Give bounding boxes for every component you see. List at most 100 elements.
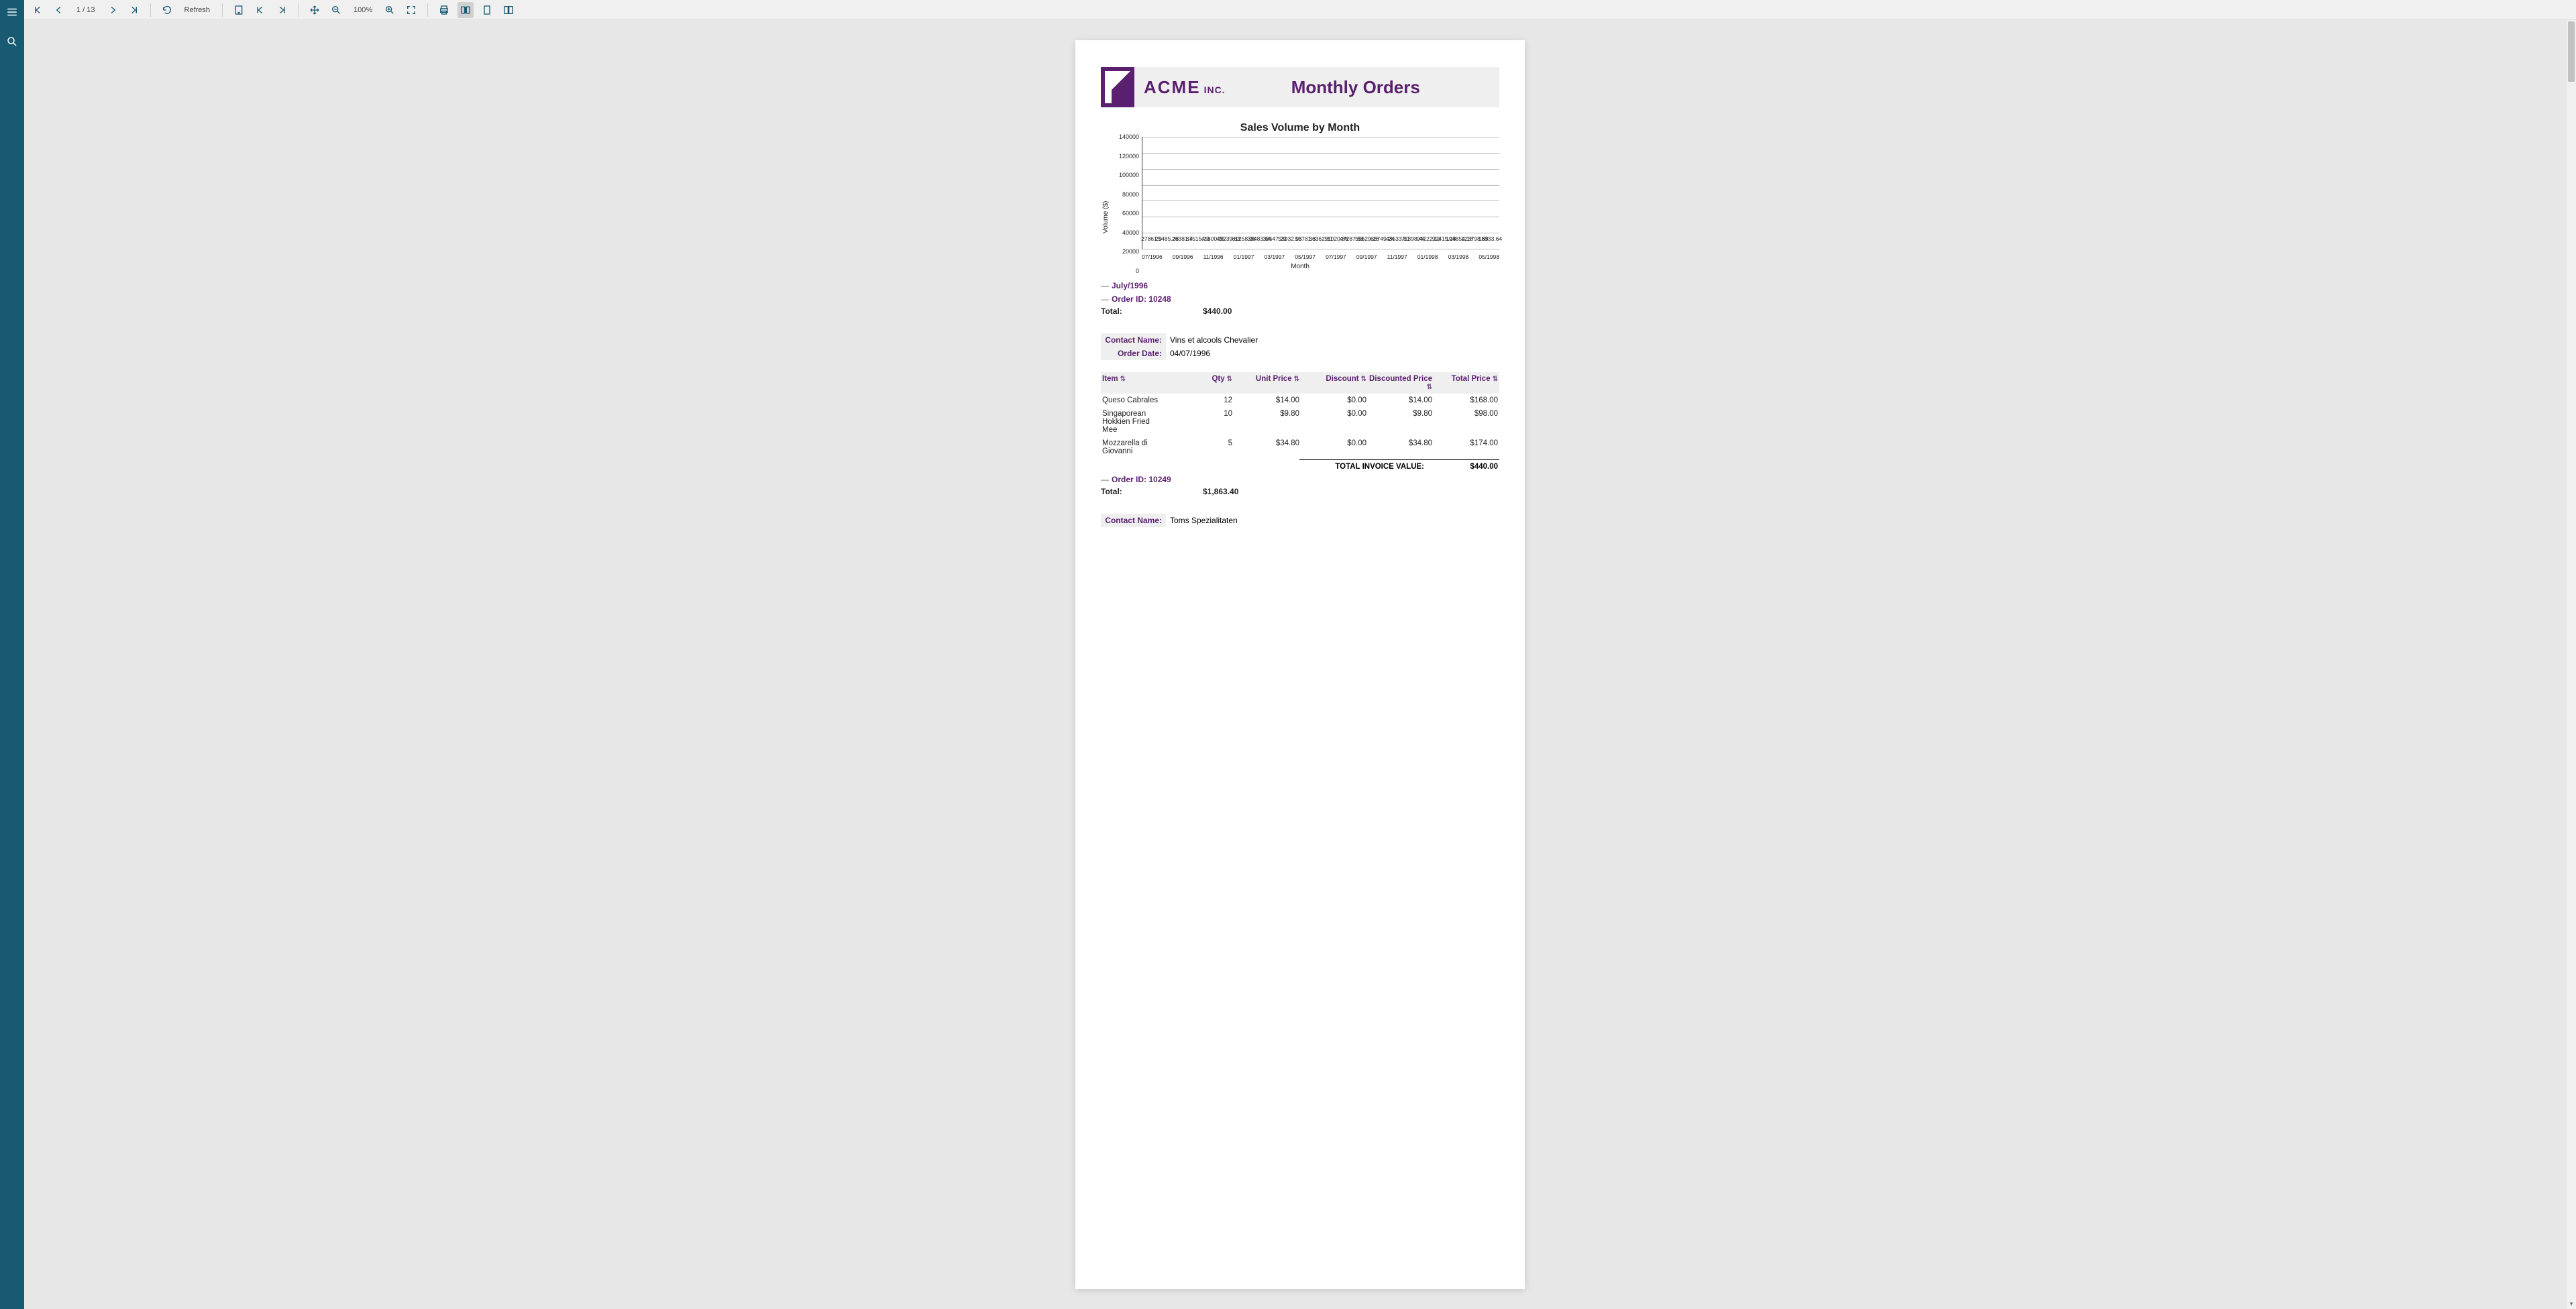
export-button[interactable] [231, 2, 247, 18]
chart-x-tick [1346, 253, 1356, 260]
report-title: Monthly Orders [1226, 77, 1499, 98]
chart-x-tick: 11/1997 [1387, 253, 1407, 260]
table-row: Mozzarella di Giovanni5$34.80$0.00$34.80… [1101, 437, 1499, 458]
report-viewer[interactable]: ACME INC. Monthly Orders Sales Volume by… [24, 20, 2576, 1309]
next-page-button[interactable] [105, 2, 121, 18]
table-header-row: Item⇅Qty⇅Unit Price⇅Discount⇅Discounted … [1101, 372, 1499, 394]
chart-x-tick [1224, 253, 1234, 260]
last-page-button[interactable] [126, 2, 142, 18]
chart-x-tick [1377, 253, 1387, 260]
logo-mark-icon [1101, 67, 1134, 107]
chart-x-tick: 07/1997 [1326, 253, 1346, 260]
chart-x-tick: 09/1996 [1173, 253, 1193, 260]
sales-chart: Volume ($) 27861.925485.2826381.437515.7… [1101, 137, 1499, 271]
first-page-button[interactable] [30, 2, 46, 18]
refresh-label[interactable]: Refresh [180, 6, 215, 14]
menu-button[interactable] [3, 3, 21, 21]
multi-page-button[interactable] [500, 2, 517, 18]
step-back-icon [255, 5, 266, 15]
hamburger-icon [6, 6, 18, 18]
company-name: ACME [1144, 77, 1201, 98]
pan-button[interactable] [307, 2, 323, 18]
arrow-left-icon [54, 5, 64, 15]
col-discounted-price[interactable]: Discounted Price⇅ [1366, 375, 1432, 391]
col-item[interactable]: Item⇅ [1101, 375, 1165, 391]
reading-view-button[interactable] [458, 2, 474, 18]
col-unit-price[interactable]: Unit Price⇅ [1232, 375, 1299, 391]
chart-x-tick: 01/1997 [1234, 253, 1254, 260]
page-icon [482, 5, 492, 15]
fullscreen-button[interactable] [403, 2, 419, 18]
zoom-in-button[interactable] [382, 2, 398, 18]
collapse-icon: — [1101, 475, 1109, 484]
print-button[interactable] [436, 2, 452, 18]
step-forward-button[interactable] [274, 2, 290, 18]
report-header: ACME INC. Monthly Orders [1101, 67, 1499, 107]
chart-bar-label: 18333.64 [1479, 235, 1502, 242]
chart-x-tick [1407, 253, 1417, 260]
arrow-right-icon [107, 5, 118, 15]
order-date-row: Order Date:04/07/1996 [1101, 347, 1499, 360]
chart-x-tick: 05/1997 [1295, 253, 1316, 260]
chart-x-tick [1438, 253, 1448, 260]
step-back-button[interactable] [252, 2, 268, 18]
chart-x-tick: 03/1997 [1265, 253, 1285, 260]
chart-x-tick [1285, 253, 1295, 260]
main-area: 1 / 13 Refresh 100% [24, 0, 2576, 1309]
export-icon [233, 5, 244, 15]
refresh-icon [162, 5, 172, 15]
sort-icon[interactable]: ⇅ [1361, 376, 1366, 383]
scroll-down-icon[interactable]: ▾ [2568, 1300, 2575, 1308]
step-forward-icon [276, 5, 287, 15]
book-open-icon [460, 5, 471, 15]
sort-icon[interactable]: ⇅ [1120, 376, 1126, 383]
collapse-icon: — [1101, 281, 1109, 290]
refresh-button[interactable] [159, 2, 175, 18]
move-icon [309, 5, 320, 15]
company-logo: ACME INC. [1101, 67, 1226, 107]
chart-title: Sales Volume by Month [1101, 122, 1499, 134]
zoom-out-button[interactable] [328, 2, 344, 18]
chart-x-tick [1468, 253, 1479, 260]
vertical-scrollbar[interactable]: ▾ [2567, 20, 2576, 1309]
chart-x-tick: 01/1998 [1417, 253, 1438, 260]
prev-page-button[interactable] [51, 2, 67, 18]
rail-search-button[interactable] [3, 32, 21, 51]
chart-x-tick: 07/1996 [1142, 253, 1163, 260]
month-group-toggle[interactable]: —July/1996 [1101, 281, 1499, 290]
invoice-total-row: TOTAL INVOICE VALUE:$440.00 [1299, 459, 1499, 471]
chart-ylabel: Volume ($) [1101, 137, 1110, 271]
sort-icon[interactable]: ⇅ [1427, 384, 1432, 391]
single-page-button[interactable] [479, 2, 495, 18]
contact-name-row: Contact Name:Vins et alcools Chevalier [1101, 333, 1499, 347]
chart-x-tick [1254, 253, 1264, 260]
sort-icon[interactable]: ⇅ [1493, 376, 1498, 383]
chart-x-tick: 09/1997 [1356, 253, 1377, 260]
col-qty[interactable]: Qty⇅ [1165, 375, 1232, 391]
scroll-thumb[interactable] [2568, 21, 2575, 82]
first-page-icon [32, 5, 43, 15]
order-group-toggle[interactable]: —Order ID: 10249 [1101, 475, 1499, 484]
chart-x-tick: 11/1996 [1203, 253, 1224, 260]
order-items-table: Item⇅Qty⇅Unit Price⇅Discount⇅Discounted … [1101, 372, 1499, 458]
left-rail [0, 0, 24, 1309]
last-page-icon [129, 5, 140, 15]
collapse-icon: — [1101, 294, 1109, 304]
chart-x-tick [1316, 253, 1326, 260]
sort-icon[interactable]: ⇅ [1294, 376, 1299, 383]
chart-x-tick: 05/1998 [1479, 253, 1499, 260]
chart-x-tick [1163, 253, 1173, 260]
sort-icon[interactable]: ⇅ [1227, 376, 1232, 383]
order-group-toggle[interactable]: —Order ID: 10248 [1101, 294, 1499, 304]
table-row: Queso Cabrales12$14.00$0.00$14.00$168.00 [1101, 394, 1499, 407]
pages-icon [503, 5, 514, 15]
search-icon [6, 36, 18, 48]
order-total-line: Total:$1,863.40 [1101, 487, 1499, 496]
table-row: Singaporean Hokkien Fried Mee10$9.80$0.0… [1101, 407, 1499, 437]
contact-name-row: Contact Name:Toms Spezialitaten [1101, 514, 1499, 527]
fullscreen-icon [406, 5, 417, 15]
col-total-price[interactable]: Total Price⇅ [1432, 375, 1499, 391]
zoom-level: 100% [350, 6, 376, 14]
col-discount[interactable]: Discount⇅ [1299, 375, 1366, 391]
page-indicator: 1 / 13 [72, 6, 99, 14]
